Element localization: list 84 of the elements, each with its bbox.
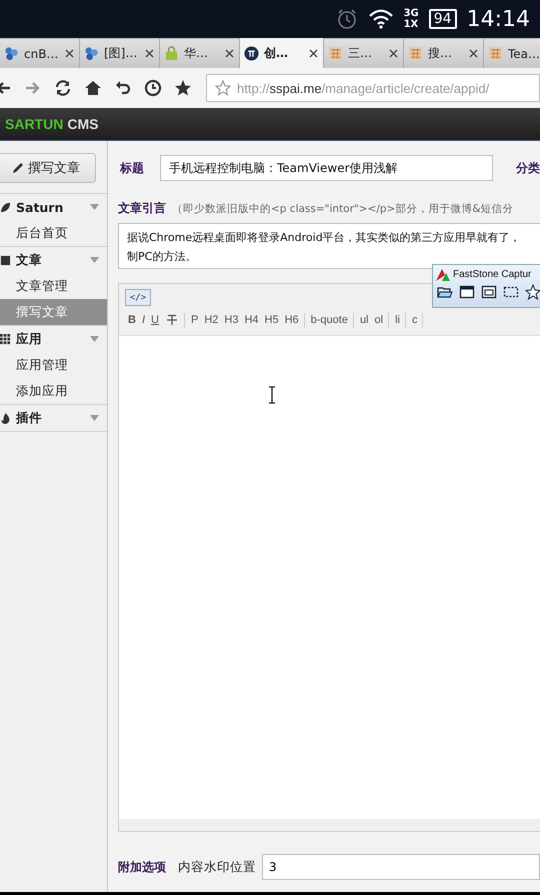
sidebar-item[interactable]: 添加应用 xyxy=(0,378,107,404)
hexagon-cluster-icon xyxy=(84,46,99,61)
compose-button[interactable]: 撰写文章 xyxy=(0,153,96,183)
intro-hint: （即少数派旧版中的<p class="intor"></p>部分，用于微博&短信分 xyxy=(172,202,514,216)
text-cursor-icon xyxy=(268,386,276,404)
close-icon[interactable] xyxy=(389,49,398,58)
format-button[interactable]: I xyxy=(138,312,148,328)
sidebar-item[interactable]: 后台首页 xyxy=(0,220,107,246)
brand-name: SARTUN xyxy=(5,116,64,132)
format-button[interactable]: H3 xyxy=(221,312,242,328)
undo-icon[interactable] xyxy=(114,79,132,97)
star-icon[interactable] xyxy=(174,79,192,97)
format-button[interactable]: B xyxy=(125,312,139,328)
hexagon-cluster-icon xyxy=(4,46,19,61)
battery-level: 94 xyxy=(428,9,457,29)
clock-time: 14:14 xyxy=(466,6,530,32)
format-button[interactable]: ul xyxy=(356,312,372,328)
watermark-field[interactable]: 3 xyxy=(262,854,540,880)
capture-title: FastStone Captur xyxy=(453,269,532,280)
caret-icon xyxy=(90,415,99,421)
network-label: 1X xyxy=(404,19,419,30)
browser-tab[interactable]: 三… xyxy=(324,38,404,68)
pencil-icon xyxy=(12,162,24,174)
sidebar-item[interactable]: 文章管理 xyxy=(0,273,107,299)
caret-icon xyxy=(90,257,99,263)
sidebar-group[interactable]: 应用 xyxy=(0,326,107,352)
browser-tab[interactable]: 创… xyxy=(240,38,324,68)
format-button[interactable]: P xyxy=(188,312,202,328)
format-button[interactable]: li xyxy=(392,312,403,328)
sidebar-group[interactable]: 插件 xyxy=(0,405,107,431)
format-button[interactable]: U xyxy=(148,312,162,328)
leaf-icon xyxy=(0,202,11,212)
bookmark-star-icon[interactable] xyxy=(215,80,231,96)
selection-icon[interactable] xyxy=(503,284,519,300)
browser-tab[interactable]: [图]… xyxy=(80,38,160,68)
fire-icon xyxy=(0,412,11,424)
format-button[interactable]: b-quote xyxy=(308,312,351,328)
clock-icon[interactable] xyxy=(144,79,162,97)
format-button[interactable]: c xyxy=(408,312,420,328)
sidebar-group[interactable]: 文章 xyxy=(0,247,107,273)
category-label: 分类 xyxy=(516,160,540,176)
alarm-clock-icon xyxy=(336,8,358,30)
caret-icon xyxy=(90,336,99,342)
book-icon xyxy=(0,254,11,266)
tile-icon xyxy=(328,46,343,61)
watermark-label: 内容水印位置 xyxy=(178,858,256,876)
close-icon[interactable] xyxy=(225,49,234,58)
caret-icon xyxy=(90,204,99,210)
window-frame-icon[interactable] xyxy=(481,284,497,300)
browser-tab[interactable]: cnB… xyxy=(0,38,80,68)
pi-icon xyxy=(244,46,259,60)
star-outline-icon[interactable] xyxy=(525,284,540,300)
logo-icon xyxy=(436,268,450,280)
close-icon[interactable] xyxy=(145,49,154,58)
intro-label: 文章引言 xyxy=(118,200,166,217)
format-button[interactable]: ol xyxy=(372,312,386,328)
grid-icon xyxy=(0,334,11,344)
format-button[interactable]: H6 xyxy=(282,312,302,328)
sidebar-item[interactable]: 应用管理 xyxy=(0,352,107,378)
format-button[interactable]: H5 xyxy=(262,312,282,328)
options-label: 附加选项 xyxy=(118,858,166,876)
tile-icon xyxy=(408,46,423,61)
browser-tab[interactable]: 搜… xyxy=(404,38,484,68)
address-bar[interactable]: http://sspai.me/manage/article/create/appid/ xyxy=(206,74,540,102)
format-button[interactable]: H4 xyxy=(241,312,262,328)
browser-tab[interactable]: 华… xyxy=(160,38,240,68)
product-name: CMS xyxy=(67,116,98,132)
title-field[interactable]: 手机远程控制电脑：TeamViewer使用浅解 xyxy=(160,155,493,181)
url-text: http://sspai.me/manage/article/create/appid/ xyxy=(237,80,490,96)
source-button[interactable]: </> xyxy=(125,289,151,306)
home-icon[interactable] xyxy=(84,79,102,97)
reload-icon[interactable] xyxy=(54,79,72,97)
wifi-icon xyxy=(368,8,394,30)
close-icon[interactable] xyxy=(65,49,74,58)
close-icon[interactable] xyxy=(309,48,318,58)
sidebar-group[interactable]: Saturn xyxy=(0,194,107,220)
network-label: 3G xyxy=(404,8,419,19)
title-label: 标题 xyxy=(118,160,145,176)
intro-field[interactable]: 据说Chrome远程桌面即将登录Android平台，其实类似的第三方应用早就有了， 制PC的方法。 xyxy=(118,223,540,269)
strikethrough-icon[interactable] xyxy=(166,314,178,326)
format-button[interactable]: H2 xyxy=(201,312,222,328)
window-icon[interactable] xyxy=(459,284,475,300)
tile-icon xyxy=(488,46,503,61)
close-icon[interactable] xyxy=(469,49,478,58)
